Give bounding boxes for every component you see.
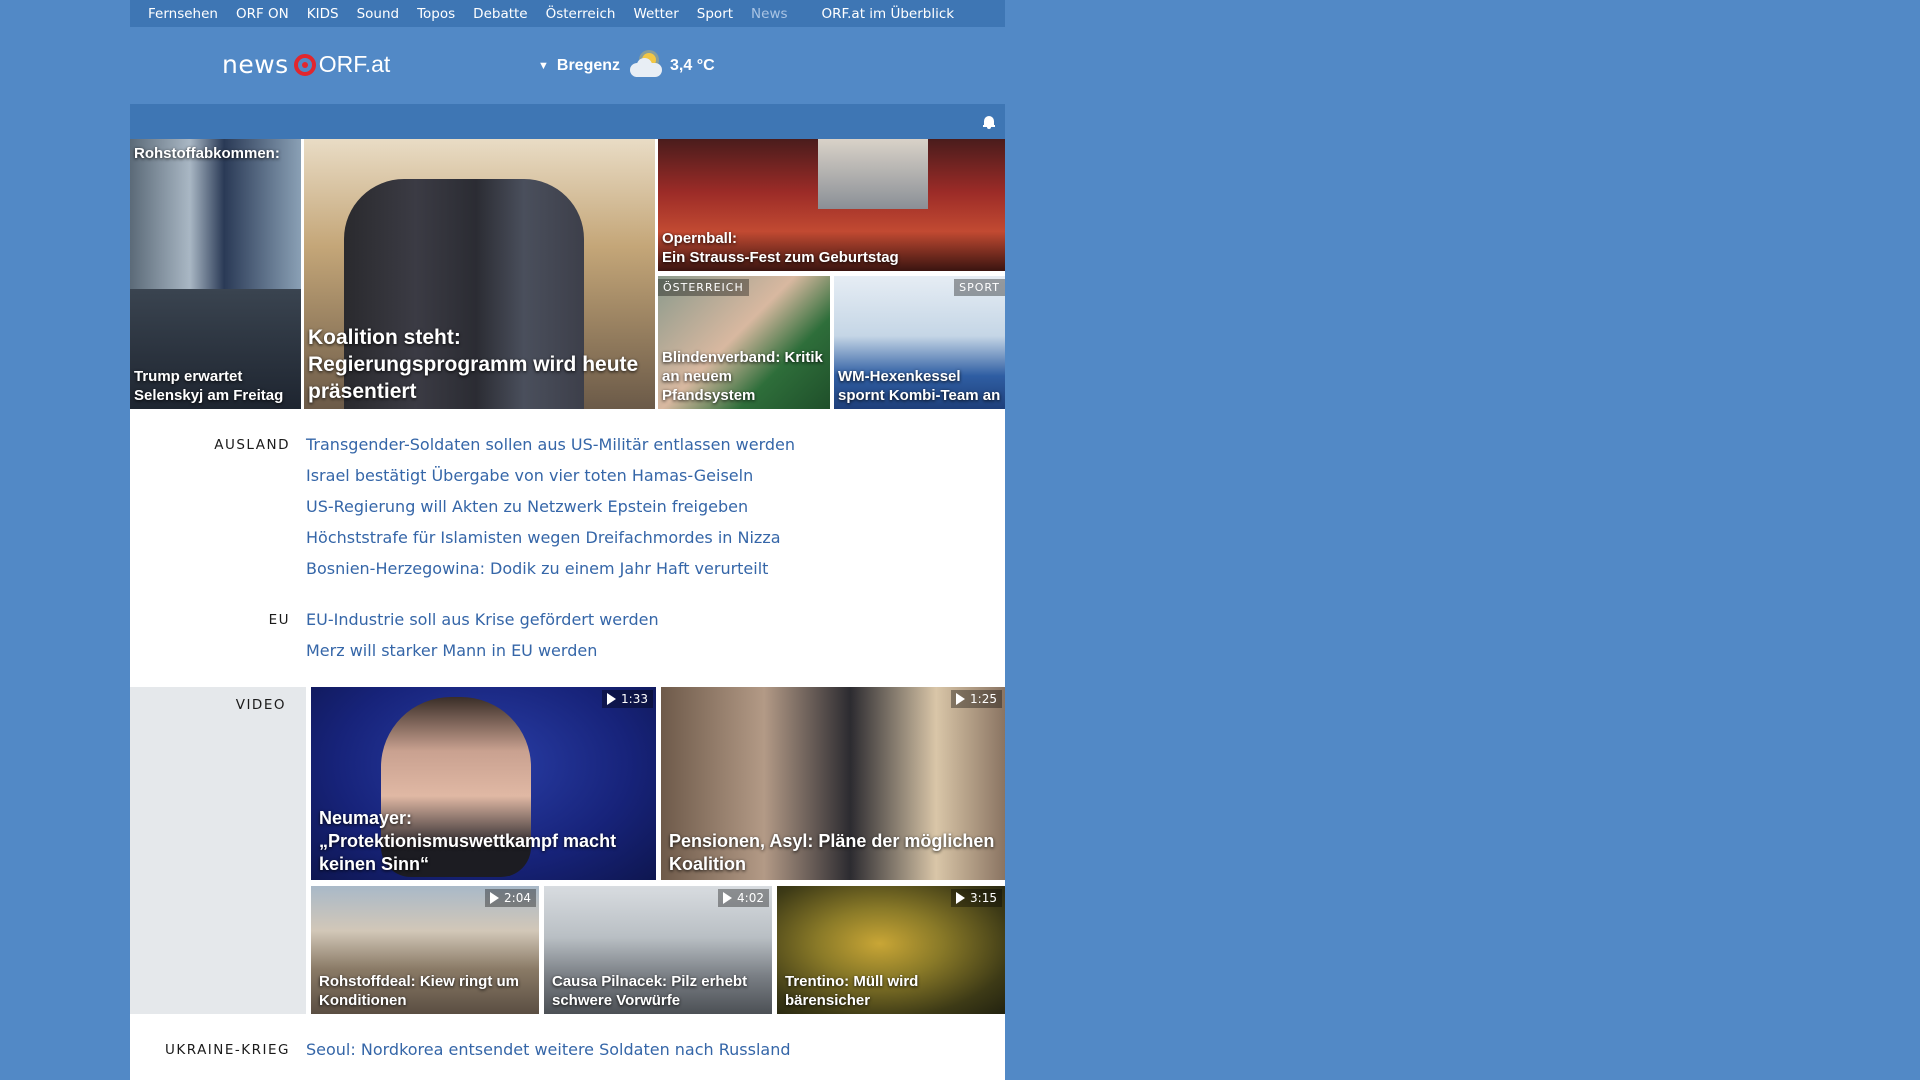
video-tile[interactable]: 2:04 Rohstoffdeal: Kiew ringt um Konditi… — [311, 886, 539, 1014]
story-title-line1: Opernball: — [662, 230, 738, 247]
play-icon — [723, 892, 733, 904]
video-duration: 2:04 — [485, 889, 536, 907]
dropdown-triangle-icon: ▼ — [538, 60, 549, 72]
partly-cloudy-icon — [628, 52, 664, 80]
video-duration: 1:25 — [951, 690, 1002, 708]
video-tile[interactable]: 4:02 Causa Pilnacek: Pilz erhebt schwere… — [544, 886, 772, 1014]
news-link[interactable]: EU-Industrie soll aus Krise gefördert we… — [306, 604, 659, 635]
category-tag: SPORT — [954, 279, 1005, 296]
story-tile-wm[interactable]: SPORT WM-Hexenkessel spornt Kombi-Team a… — [834, 276, 1005, 409]
link-list: Transgender-Soldaten sollen aus US-Milit… — [306, 429, 795, 584]
story-tile-koalition[interactable]: Koalition steht: Regierungsprogramm wird… — [304, 139, 655, 409]
video-tile[interactable]: 1:25 Pensionen, Asyl: Pläne der mögliche… — [661, 687, 1005, 880]
bell-icon[interactable] — [983, 115, 995, 129]
news-link[interactable]: Höchststrafe für Islamisten wegen Dreifa… — [306, 522, 795, 553]
section-label: VIDEO — [235, 697, 286, 713]
weather-city: Bregenz — [556, 57, 621, 74]
link-list: EU-Industrie soll aus Krise gefördert we… — [306, 604, 659, 666]
section-ausland: AUSLAND Transgender-Soldaten sollen aus … — [130, 409, 1005, 584]
video-duration: 1:33 — [602, 690, 653, 708]
story-title: Blindenverband: Kritik an neuem Pfandsys… — [662, 349, 823, 404]
notification-bar — [130, 104, 1005, 139]
story-title-line2: Ein Strauss-Fest zum Geburtstag — [662, 249, 899, 266]
section-eu: EU EU-Industrie soll aus Krise gefördert… — [130, 584, 1005, 687]
story-title: Trump erwartet Selenskyj am Freitag — [134, 368, 284, 404]
section-ukraine-krieg: UKRAINE-KRIEG Seoul: Nordkorea entsendet… — [130, 1014, 1005, 1080]
video-title: Rohstoffdeal: Kiew ringt um Konditionen — [319, 973, 519, 1009]
duration-text: 4:02 — [737, 891, 764, 905]
category-tag: ÖSTERREICH — [658, 279, 749, 296]
news-orf-logo[interactable]: news ORF.at — [222, 50, 390, 79]
nav-debatte[interactable]: Debatte — [473, 6, 527, 22]
video-title: Neumayer: „Protektionismuswettkampf mach… — [319, 808, 617, 874]
nav-orf-on[interactable]: ORF ON — [236, 6, 289, 22]
story-tile-opernball[interactable]: Opernball: Ein Strauss-Fest zum Geburtst… — [658, 139, 1005, 271]
logo-orf-text: ORF.at — [318, 51, 391, 77]
hero-grid: Rohstoffabkommen: Trump erwartet Selensk… — [130, 139, 1005, 409]
duration-text: 3:15 — [970, 891, 997, 905]
nav-sound[interactable]: Sound — [357, 6, 400, 22]
weather-widget[interactable]: ▼ Bregenz 3,4 °C — [538, 52, 715, 80]
news-link[interactable]: Bosnien-Herzegowina: Dodik zu einem Jahr… — [306, 553, 795, 584]
duration-text: 2:04 — [504, 891, 531, 905]
nav-news[interactable]: News — [751, 6, 787, 22]
nav-topos[interactable]: Topos — [417, 6, 455, 22]
top-navigation: Fernsehen ORF ON KIDS Sound Topos Debatt… — [130, 0, 1005, 27]
video-duration: 3:15 — [951, 889, 1002, 907]
link-list: Seoul: Nordkorea entsendet weitere Solda… — [306, 1034, 791, 1065]
video-title: Causa Pilnacek: Pilz erhebt schwere Vorw… — [552, 973, 748, 1009]
site-header: news ORF.at ▼ Bregenz 3,4 °C — [130, 27, 1005, 104]
orf-eye-icon — [293, 53, 316, 76]
nav-fernsehen[interactable]: Fernsehen — [148, 6, 218, 22]
section-video: VIDEO 1:33 Neumayer: „Protektionismuswet… — [130, 687, 1005, 1014]
play-icon — [607, 693, 617, 705]
video-tile[interactable]: 3:15 Trentino: Müll wird bärensicher — [777, 886, 1005, 1014]
duration-text: 1:25 — [970, 692, 997, 706]
story-title: Koalition steht: Regierungsprogramm wird… — [308, 326, 639, 403]
section-label: AUSLAND — [214, 437, 290, 453]
play-icon — [956, 892, 966, 904]
nav-sport[interactable]: Sport — [697, 6, 733, 22]
section-label: UKRAINE-KRIEG — [165, 1042, 290, 1058]
section-label: EU — [268, 612, 290, 628]
weather-temperature: 3,4 °C — [670, 57, 715, 74]
play-icon — [956, 693, 966, 705]
news-link[interactable]: Seoul: Nordkorea entsendet weitere Solda… — [306, 1034, 791, 1065]
play-icon — [490, 892, 500, 904]
video-title: Trentino: Müll wird bärensicher — [785, 973, 919, 1009]
nav-oesterreich[interactable]: Österreich — [546, 6, 616, 22]
news-link[interactable]: Israel bestätigt Übergabe von vier toten… — [306, 460, 795, 491]
story-title: Opernball: Ein Strauss-Fest zum Geburtst… — [662, 229, 1001, 267]
story-tile-blindenverband[interactable]: ÖSTERREICH Blindenverband: Kritik an neu… — [658, 276, 830, 409]
video-sidebar: VIDEO — [130, 687, 306, 1014]
story-kicker: Rohstoffabkommen: — [134, 145, 280, 162]
video-duration: 4:02 — [718, 889, 769, 907]
nav-kids[interactable]: KIDS — [307, 6, 339, 22]
video-tile[interactable]: 1:33 Neumayer: „Protektionismuswettkampf… — [311, 687, 656, 880]
news-link[interactable]: Merz will starker Mann in EU werden — [306, 635, 659, 666]
story-title: WM-Hexenkessel spornt Kombi-Team an — [838, 368, 1001, 404]
news-link[interactable]: US-Regierung will Akten zu Netzwerk Epst… — [306, 491, 795, 522]
nav-orf-overview[interactable]: ORF.at im Überblick — [822, 6, 955, 22]
story-tile-trump[interactable]: Rohstoffabkommen: Trump erwartet Selensk… — [130, 139, 301, 409]
video-title: Pensionen, Asyl: Pläne der möglichen Koa… — [669, 831, 995, 874]
news-link[interactable]: Transgender-Soldaten sollen aus US-Milit… — [306, 429, 795, 460]
page-container: Fernsehen ORF ON KIDS Sound Topos Debatt… — [130, 0, 1005, 1080]
logo-news-text: news — [222, 50, 289, 79]
duration-text: 1:33 — [621, 692, 648, 706]
nav-wetter[interactable]: Wetter — [633, 6, 678, 22]
